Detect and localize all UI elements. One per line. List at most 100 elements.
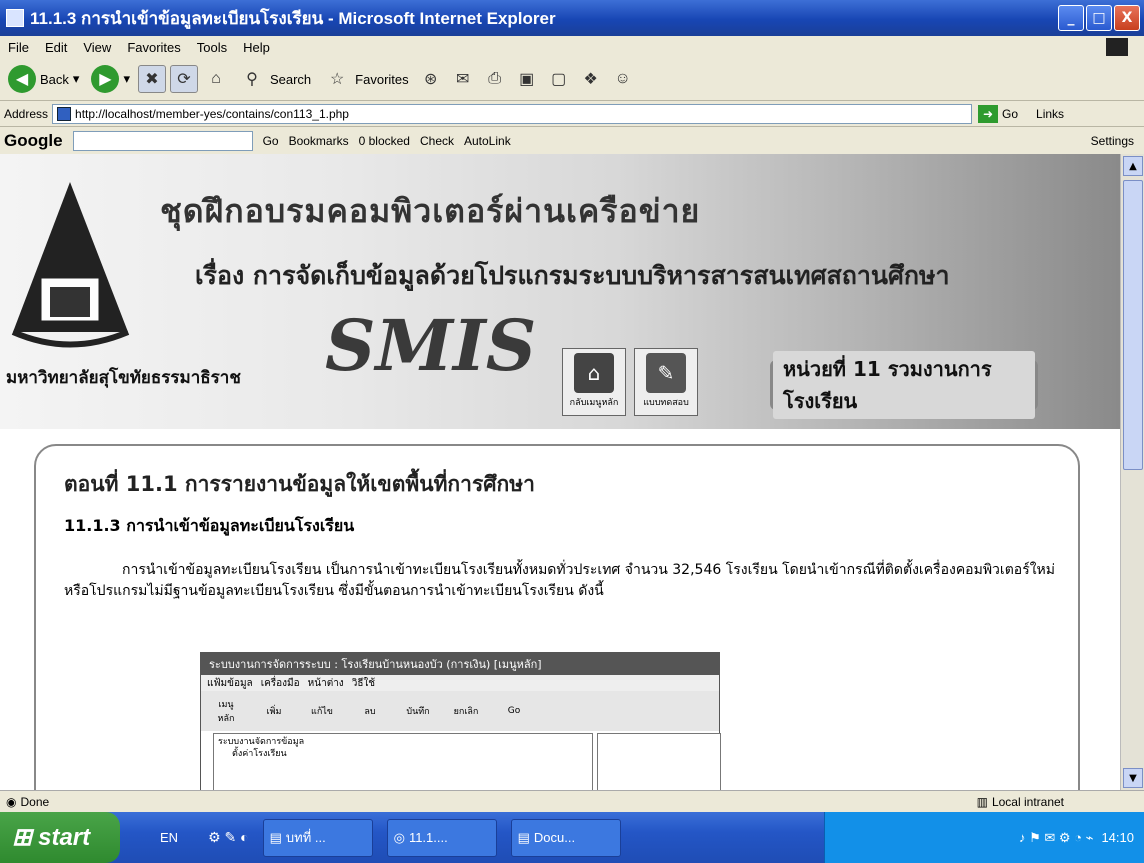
scroll-up-icon[interactable]: ▲: [1123, 156, 1143, 176]
embedded-tool: เมนูหลัก: [217, 700, 235, 724]
address-url: http://localhost/member-yes/contains/con…: [75, 106, 349, 121]
settings-button[interactable]: Settings: [1091, 134, 1134, 148]
history-icon[interactable]: ⊛: [417, 65, 445, 93]
windows-flag-icon: ⊞: [12, 824, 33, 851]
forward-button[interactable]: ▶ ▾: [87, 65, 134, 93]
search-icon: ⚲: [246, 71, 258, 88]
menu-tools[interactable]: Tools: [197, 40, 227, 55]
scroll-down-icon[interactable]: ▼: [1123, 768, 1143, 788]
menu-view[interactable]: View: [83, 40, 111, 55]
task-button-word[interactable]: ▤ บทที่ ...: [262, 818, 373, 857]
go-button[interactable]: ➜ Go: [978, 104, 1019, 123]
window-title-bar: 11.1.3 การนำเข้าข้อมูลทะเบียนโรงเรียน - …: [0, 0, 1144, 36]
autolink-button[interactable]: AutoLink: [464, 134, 511, 148]
menu-bar: File Edit View Favorites Tools Help: [0, 36, 1144, 58]
banner-title: ชุดฝึกอบรมคอมพิวเตอร์ผ่านเครือข่าย: [160, 192, 701, 230]
star-icon: ☆: [330, 71, 345, 88]
banner-smis: SMIS: [325, 304, 537, 387]
sub-title: 11.1.3 การนำเข้าข้อมูลทะเบียนโรงเรียน: [64, 516, 355, 535]
close-button[interactable]: X: [1114, 5, 1140, 31]
embedded-title: ระบบงานการจัดการระบบ : โรงเรียนบ้านหนองบ…: [201, 653, 719, 675]
embedded-tool: แก้ไข: [311, 707, 333, 717]
google-search-input[interactable]: [72, 130, 253, 151]
favorites-button[interactable]: ☆ Favorites: [319, 65, 412, 93]
start-button[interactable]: ⊞ start: [0, 812, 120, 863]
clock: 14:10: [1101, 830, 1134, 845]
maximize-button[interactable]: □: [1086, 5, 1112, 31]
forward-arrow-icon: ▶: [91, 65, 120, 93]
embedded-menu-item: วิธีใช้: [351, 677, 376, 689]
scroll-thumb[interactable]: [1123, 180, 1143, 470]
links-button[interactable]: Links: [1036, 107, 1064, 121]
word-icon: ▤: [269, 829, 282, 845]
zone-label: Local intranet: [991, 794, 1064, 809]
google-go-button[interactable]: Go: [263, 134, 279, 148]
house-icon: ⌂: [574, 353, 614, 393]
quicklaunch-icon[interactable]: ⚙ ✎ ◐: [208, 829, 249, 846]
mail-icon[interactable]: ✉: [449, 65, 477, 93]
page-banner: ชุดฝึกอบรมคอมพิวเตอร์ผ่านเครือข่าย เรื่อ…: [0, 154, 1120, 429]
minimize-button[interactable]: _: [1058, 5, 1084, 31]
ie-icon: ◎: [393, 829, 405, 845]
embedded-tool: เพิ่ม: [266, 707, 282, 717]
back-button[interactable]: ◀ Back ▾: [4, 65, 83, 93]
check-button[interactable]: Check: [420, 134, 454, 148]
content-paragraph: การนำเข้าข้อมูลทะเบียนโรงเรียน เป็นการนำ…: [64, 562, 1056, 599]
pencil-icon: ✎: [646, 353, 686, 393]
embedded-tree: ระบบงานจัดการข้อมูล ตั้งค่าโรงเรียน: [213, 733, 593, 790]
address-bar: Address http://localhost/member-yes/cont…: [0, 100, 1144, 126]
embedded-menu-item: แฟ้มข้อมูล: [207, 677, 253, 689]
menu-file[interactable]: File: [8, 40, 29, 55]
task-label: บทที่ ...: [285, 830, 326, 845]
task-button-doc[interactable]: ▤ Docu...: [510, 818, 621, 857]
edit-icon[interactable]: ▣: [513, 65, 541, 93]
embedded-panel: [597, 733, 721, 790]
back-arrow-icon: ◀: [8, 65, 36, 93]
start-label: start: [38, 823, 91, 851]
windows-logo-icon: [1106, 38, 1128, 56]
security-zone: ▥ Local intranet: [977, 795, 1064, 809]
tree-item: ตั้งค่าโรงเรียน: [232, 749, 287, 759]
status-done: ◉ Done: [6, 795, 49, 809]
address-input[interactable]: http://localhost/member-yes/contains/con…: [52, 103, 973, 124]
embedded-menu: แฟ้มข้อมูล เครื่องมือ หน้าต่าง วิธีใช้: [201, 675, 719, 691]
embedded-menu-item: หน้าต่าง: [307, 677, 344, 689]
ie-icon: [6, 9, 24, 27]
task-button-ie[interactable]: ◎ 11.1....: [386, 818, 497, 857]
language-indicator[interactable]: EN: [160, 830, 178, 845]
refresh-icon[interactable]: ⟳: [169, 65, 198, 93]
status-text: Done: [20, 794, 50, 809]
embedded-tool: บันทึก: [406, 707, 430, 717]
print-icon[interactable]: ⎙: [481, 65, 509, 93]
university-logo: [11, 182, 130, 348]
messenger-icon[interactable]: ☺: [609, 65, 637, 93]
page-icon: [57, 106, 72, 121]
search-button[interactable]: ⚲ Search: [234, 65, 315, 93]
unit-label: หน่วยที่ 11 รวมงานการโรงเรียน: [773, 351, 1035, 419]
evaluation-button[interactable]: ✎ แบบทดสอบ: [634, 348, 698, 416]
standard-toolbar: ◀ Back ▾ ▶ ▾ ✖ ⟳ ⌂ ⚲ Search ☆ Favorites …: [0, 58, 1144, 100]
embedded-menu-item: เครื่องมือ: [260, 677, 300, 689]
embedded-tool: ลบ: [364, 707, 376, 717]
vertical-scrollbar[interactable]: ▲ ▼: [1120, 154, 1144, 790]
system-tray: ♪ ⚑ ✉ ⚙ ◔ ⌁ 14:10: [824, 812, 1144, 863]
go-label: Go: [1002, 106, 1019, 121]
tree-item: ระบบงานจัดการข้อมูล: [218, 737, 305, 747]
taskbar: ⊞ start EN ⚙ ✎ ◐ ▤ บทที่ ... ◎ 11.1.... …: [0, 812, 1144, 863]
menu-favorites[interactable]: Favorites: [127, 40, 180, 55]
status-bar: ◉ Done ▥ Local intranet: [0, 790, 1144, 812]
popup-blocked-button[interactable]: 0 blocked: [359, 134, 410, 148]
menu-help[interactable]: Help: [243, 40, 270, 55]
word-icon: ▤: [517, 829, 530, 845]
page-viewport: ชุดฝึกอบรมคอมพิวเตอร์ผ่านเครือข่าย เรื่อ…: [0, 154, 1120, 790]
menu-edit[interactable]: Edit: [45, 40, 67, 55]
bookmarks-button[interactable]: Bookmarks: [289, 134, 349, 148]
stop-icon[interactable]: ✖: [137, 65, 166, 93]
back-to-menu-button[interactable]: ⌂ กลับเมนูหลัก: [562, 348, 626, 416]
research-icon[interactable]: ❖: [577, 65, 605, 93]
embedded-tool: ยกเลิก: [453, 707, 479, 717]
home-icon[interactable]: ⌂: [202, 65, 230, 93]
tray-icons[interactable]: ♪ ⚑ ✉ ⚙ ◔ ⌁: [1019, 830, 1093, 846]
google-logo: Google: [4, 130, 63, 150]
discuss-icon[interactable]: ▢: [545, 65, 573, 93]
